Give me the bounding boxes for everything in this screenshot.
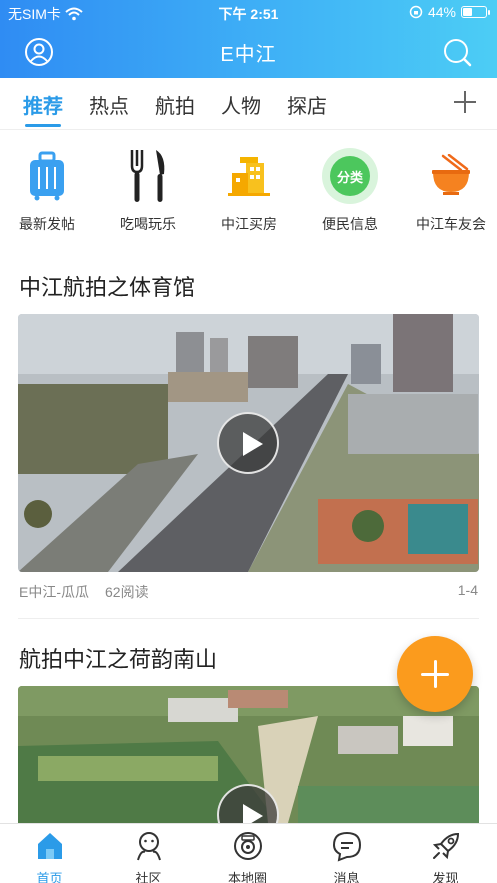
quick-label: 中江买房 xyxy=(221,216,277,232)
local-circle-icon xyxy=(233,832,262,860)
post-title[interactable]: 中江航拍之体育馆 xyxy=(19,270,195,302)
home-icon xyxy=(37,833,62,859)
tab-hot[interactable]: 热点 xyxy=(89,90,129,119)
post-video-thumbnail[interactable] xyxy=(18,314,479,572)
tab-store-visit[interactable]: 探店 xyxy=(287,90,327,119)
post-page-indicator: 1-4 xyxy=(457,582,478,598)
quick-item-latest-posts[interactable]: 最新发帖 xyxy=(0,140,97,234)
app-title: E中江 xyxy=(220,44,277,66)
building-icon xyxy=(228,157,270,196)
bowl-icon xyxy=(432,154,470,195)
quick-item-buy-house[interactable]: 中江买房 xyxy=(199,140,299,234)
category-badge-text: 分类 xyxy=(337,170,364,186)
tabbar-label: 首页 xyxy=(36,871,63,883)
bottom-tab-bar: 首页 社区 本地圈 消息 发现 xyxy=(0,823,497,883)
quick-access: 最新发帖 吃喝玩乐 中江买房 分类 便民信息 中江车友会 xyxy=(0,140,497,240)
tabbar-item-community[interactable]: 社区 xyxy=(99,830,198,883)
tab-people[interactable]: 人物 xyxy=(221,90,261,119)
tabbar-label: 社区 xyxy=(135,871,162,883)
status-bar: 无SIM卡 下午 2:51 44% xyxy=(0,0,497,26)
post-reads: 62阅读 xyxy=(105,584,149,600)
app-header: 无SIM卡 下午 2:51 44% E中江 xyxy=(0,0,497,78)
tab-recommend[interactable]: 推荐 xyxy=(23,90,63,127)
quick-label: 便民信息 xyxy=(322,216,378,232)
quick-label: 吃喝玩乐 xyxy=(120,216,176,232)
nav-bar: E中江 xyxy=(0,26,497,78)
tabbar-item-local-circle[interactable]: 本地圈 xyxy=(198,830,297,883)
quick-item-convenience[interactable]: 分类 便民信息 xyxy=(300,140,400,234)
category-tabs: 推荐 热点 航拍 人物 探店 xyxy=(0,78,497,130)
tabbar-item-messages[interactable]: 消息 xyxy=(297,830,396,883)
tabbar-label: 本地圈 xyxy=(227,871,267,883)
suitcase-icon xyxy=(30,151,64,201)
play-button[interactable] xyxy=(217,412,279,474)
divider xyxy=(18,618,479,619)
post-title[interactable]: 航拍中江之荷韵南山 xyxy=(19,642,217,674)
tab-aerial[interactable]: 航拍 xyxy=(155,90,195,119)
tabbar-item-home[interactable]: 首页 xyxy=(0,830,99,883)
rotation-lock-icon xyxy=(409,5,423,19)
quick-label: 中江车友会 xyxy=(416,216,486,232)
category-icon: 分类 xyxy=(322,148,378,204)
tabbar-label: 发现 xyxy=(432,871,459,883)
post-author: E中江-瓜瓜 xyxy=(19,584,89,600)
battery-percent: 44% xyxy=(427,4,456,20)
rocket-icon xyxy=(432,832,459,860)
post-meta: E中江-瓜瓜 62阅读 xyxy=(19,582,165,602)
post-video-thumbnail[interactable] xyxy=(18,686,479,823)
quick-item-food-fun[interactable]: 吃喝玩乐 xyxy=(98,140,198,234)
search-icon[interactable] xyxy=(442,37,472,67)
fork-knife-icon xyxy=(130,150,165,202)
add-tab-icon[interactable] xyxy=(453,90,477,114)
message-icon xyxy=(332,831,361,862)
battery-icon xyxy=(461,6,490,18)
community-icon xyxy=(136,832,161,861)
tabbar-item-discover[interactable]: 发现 xyxy=(396,830,495,883)
quick-item-car-club[interactable]: 中江车友会 xyxy=(401,140,497,234)
create-post-button[interactable] xyxy=(397,636,473,712)
quick-label: 最新发帖 xyxy=(19,216,75,232)
tabbar-label: 消息 xyxy=(333,871,360,883)
